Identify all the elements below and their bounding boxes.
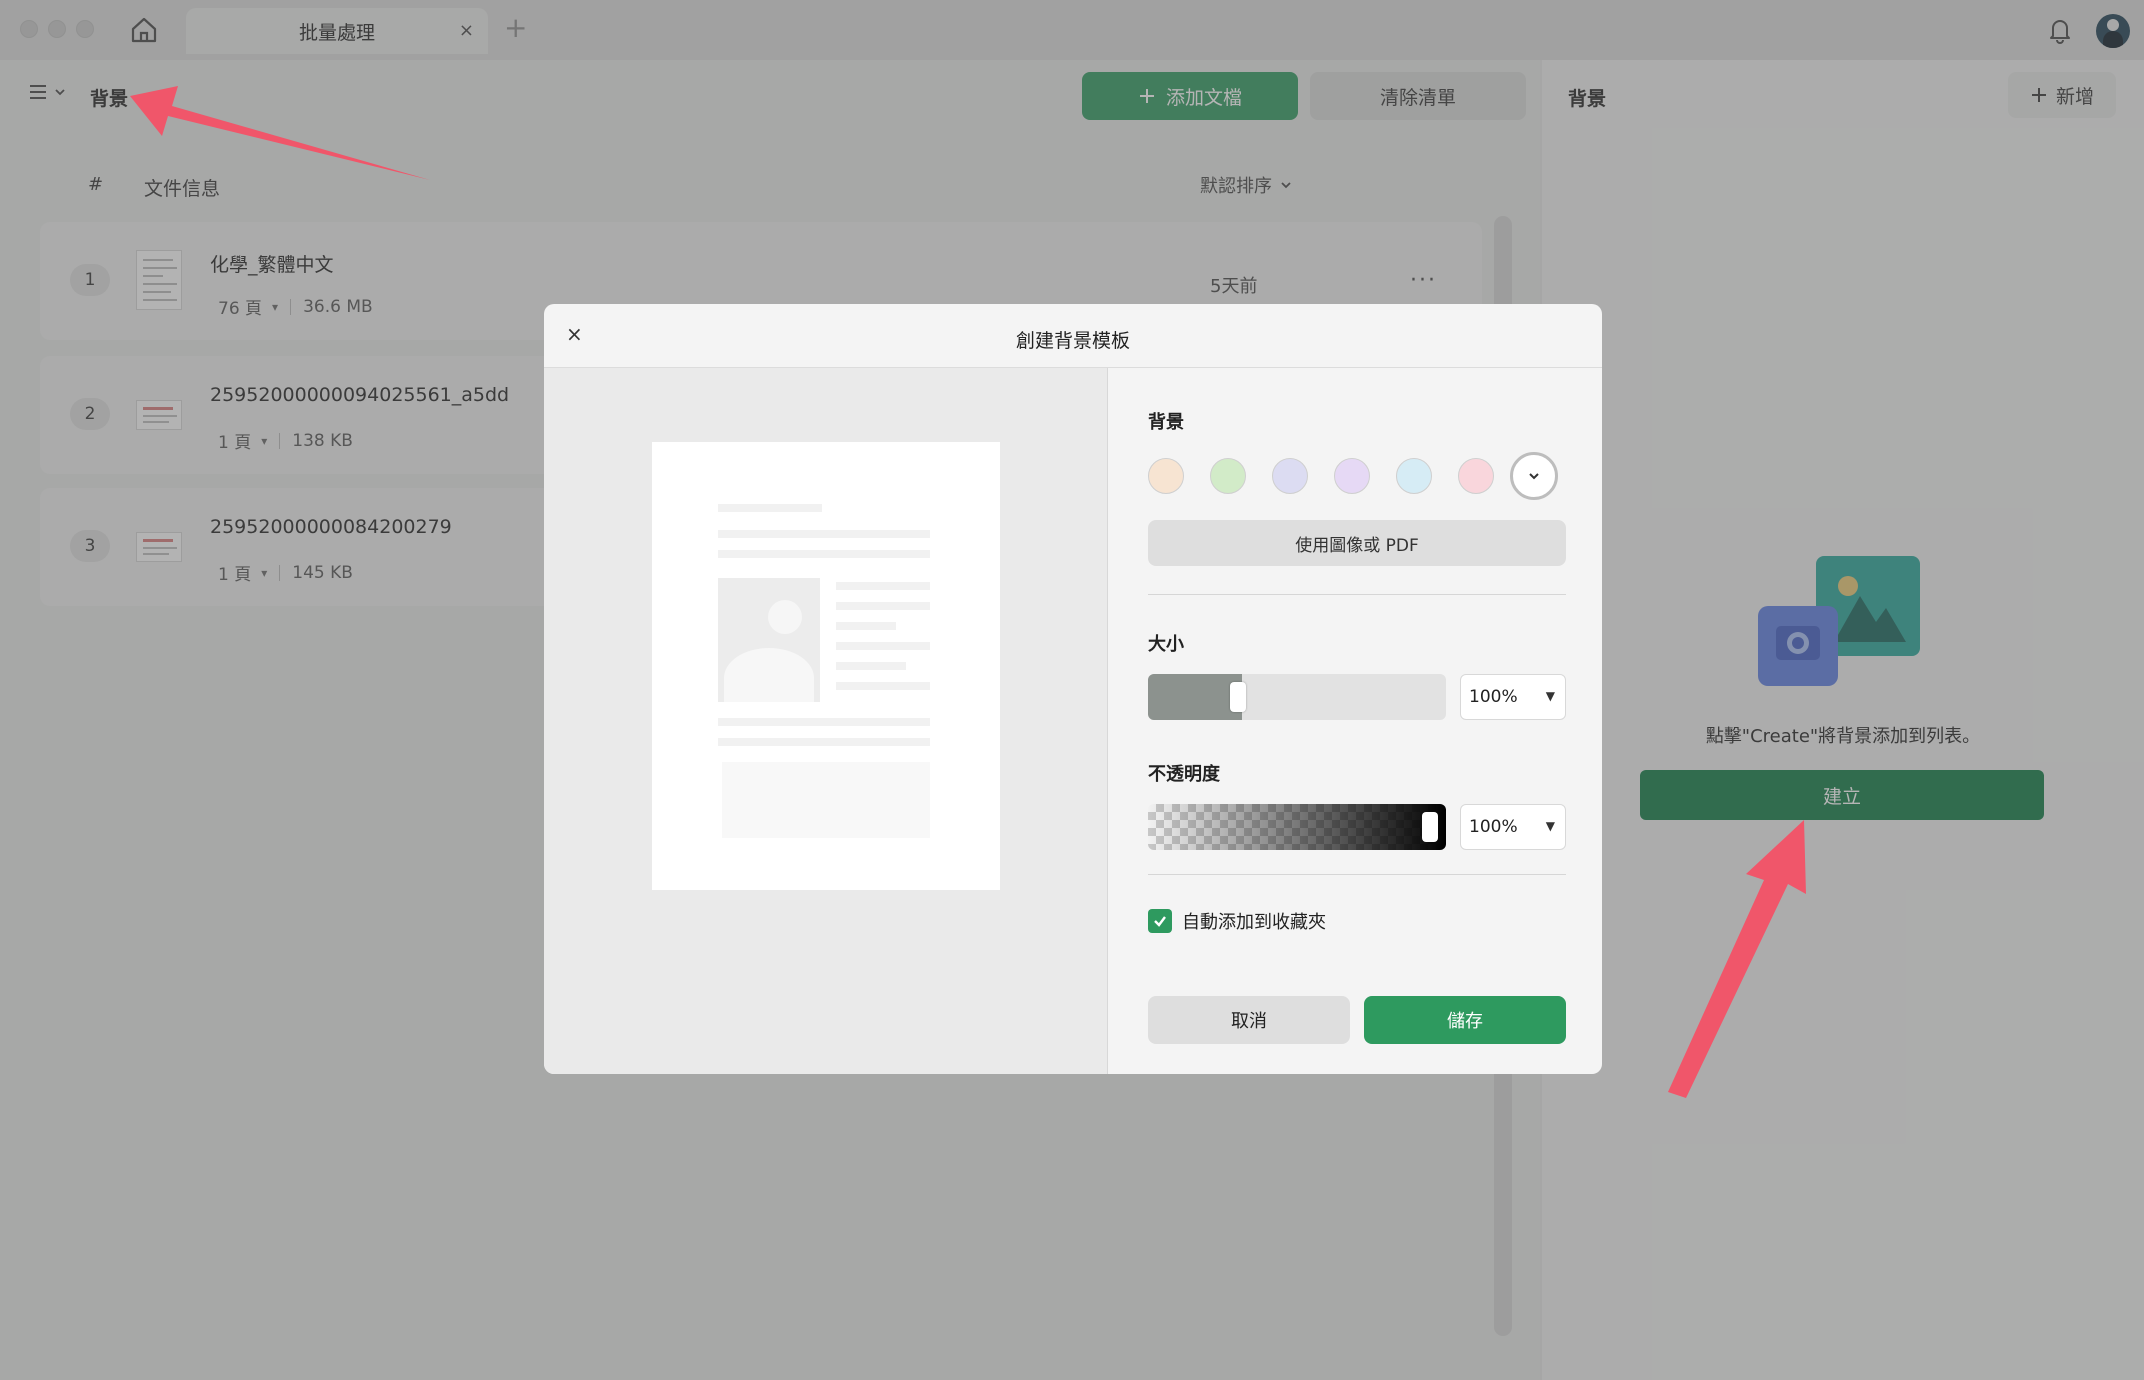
dialog-header: × 創建背景模板 xyxy=(544,304,1602,368)
chevron-down-icon xyxy=(1529,473,1539,480)
opacity-percent-select[interactable]: 100% ▼ xyxy=(1460,804,1566,850)
checkmark-icon xyxy=(1154,916,1166,927)
preview-area xyxy=(544,368,1108,1074)
preview-page xyxy=(652,442,1000,890)
auto-add-favorites-label: 自動添加到收藏夾 xyxy=(1182,912,1326,933)
opacity-slider-handle[interactable] xyxy=(1422,812,1438,842)
opacity-label: 不透明度 xyxy=(1148,764,1220,785)
use-image-or-pdf-button[interactable]: 使用圖像或 PDF xyxy=(1148,520,1566,566)
color-swatch[interactable] xyxy=(1148,458,1184,494)
size-percent-select[interactable]: 100% ▼ xyxy=(1460,674,1566,720)
opacity-value: 100% xyxy=(1469,817,1518,837)
dialog-controls: 背景 使用圖像或 PDF 大小 100% ▼ 不透明度 100% ▼ 自動添加到… xyxy=(1108,368,1602,1074)
preview-image-placeholder xyxy=(718,578,820,702)
size-label: 大小 xyxy=(1148,634,1184,655)
size-slider-handle[interactable] xyxy=(1230,682,1246,712)
opacity-slider[interactable] xyxy=(1148,804,1446,850)
dropdown-arrow-icon: ▼ xyxy=(1545,689,1555,703)
color-swatch[interactable] xyxy=(1458,458,1494,494)
cancel-button[interactable]: 取消 xyxy=(1148,996,1350,1044)
color-swatch[interactable] xyxy=(1396,458,1432,494)
color-swatch[interactable] xyxy=(1272,458,1308,494)
background-label: 背景 xyxy=(1148,412,1184,433)
size-value: 100% xyxy=(1469,687,1518,707)
dialog-title: 創建背景模板 xyxy=(1015,330,1130,352)
create-background-dialog: × 創建背景模板 背景 使用圖像或 PDF 大小 100% ▼ 不透明度 100… xyxy=(544,304,1602,1074)
checkbox[interactable] xyxy=(1148,909,1172,933)
more-colors-button[interactable] xyxy=(1510,452,1558,500)
auto-add-favorites-checkbox[interactable]: 自動添加到收藏夾 xyxy=(1148,908,1326,934)
dropdown-arrow-icon: ▼ xyxy=(1545,819,1555,833)
save-button[interactable]: 儲存 xyxy=(1364,996,1566,1044)
color-swatch[interactable] xyxy=(1210,458,1246,494)
color-swatch[interactable] xyxy=(1334,458,1370,494)
size-slider[interactable] xyxy=(1148,674,1446,720)
